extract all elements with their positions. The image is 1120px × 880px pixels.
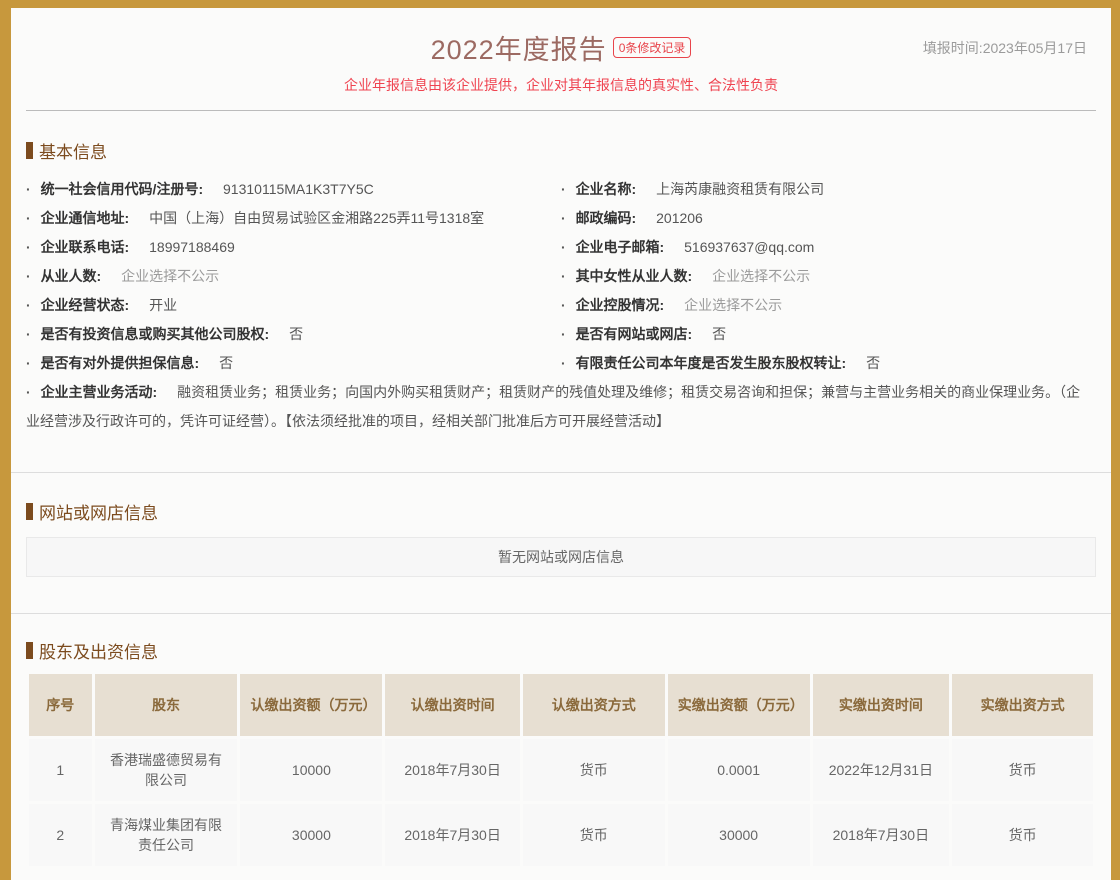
col-header-paid-date: 实缴出资时间: [813, 674, 950, 736]
field-value: 91310115MA1K3T7Y5C: [223, 181, 374, 197]
cell-subscribed-date: 2018年7月30日: [385, 804, 520, 866]
field-value: 开业: [149, 297, 177, 313]
annual-report-page: 填报时间:2023年05月17日 2022年度报告 0条修改记录 企业年报信息由该…: [0, 0, 1120, 880]
field-company-name: 企业名称: 上海芮康融资租赁有限公司: [561, 175, 1096, 204]
col-header-subscribed-method: 认缴出资方式: [523, 674, 665, 736]
section-title-text: 股东及出资信息: [39, 638, 158, 663]
modification-records-badge[interactable]: 0条修改记录: [613, 37, 692, 58]
col-header-subscribed-date: 认缴出资时间: [385, 674, 520, 736]
field-credit-code: 统一社会信用代码/注册号: 91310115MA1K3T7Y5C: [26, 175, 561, 204]
shareholders-table: 序号 股东 认缴出资额（万元） 认缴出资时间 认缴出资方式 实缴出资额（万元） …: [26, 671, 1096, 869]
cell-index: 1: [29, 739, 92, 801]
field-email: 企业电子邮箱: 516937637@qq.com: [561, 233, 1096, 262]
field-operating-status: 企业经营状态: 开业: [26, 291, 561, 320]
header-divider: [26, 110, 1096, 111]
disclaimer-text: 企业年报信息由该企业提供，企业对其年报信息的真实性、合法性负责: [11, 75, 1111, 95]
field-female-employee-count: 其中女性从业人数: 企业选择不公示: [561, 262, 1096, 291]
report-time: 填报时间:2023年05月17日: [923, 38, 1087, 58]
col-header-index: 序号: [29, 674, 92, 736]
field-label: 统一社会信用代码/注册号:: [41, 181, 204, 197]
section-divider: [11, 613, 1111, 614]
cell-paid-date: 2018年7月30日: [813, 804, 950, 866]
cell-subscribed-amount: 30000: [240, 804, 382, 866]
field-label: 是否有网站或网店:: [576, 326, 693, 342]
cell-shareholder: 香港瑞盛德贸易有限公司: [95, 739, 238, 801]
cell-paid-method: 货币: [952, 804, 1093, 866]
field-value: 融资租赁业务；租赁业务；向国内外购买租赁财产；租赁财产的残值处理及维修；租赁交易…: [26, 384, 1080, 429]
field-postal-code: 邮政编码: 201206: [561, 204, 1096, 233]
field-label: 其中女性从业人数:: [576, 268, 693, 284]
section-bar-icon: [26, 142, 33, 159]
section-divider: [11, 472, 1111, 473]
section-title-shareholders: 股东及出资信息: [26, 638, 1096, 663]
field-value: 中国（上海）自由贸易试验区金湘路225弄11号1318室: [149, 210, 484, 226]
field-main-business: 企业主营业务活动: 融资租赁业务；租赁业务；向国内外购买租赁财产；租赁财产的残值…: [26, 378, 1096, 436]
field-value: 企业选择不公示: [712, 268, 810, 284]
field-address: 企业通信地址: 中国（上海）自由贸易试验区金湘路225弄11号1318室: [26, 204, 561, 233]
field-label: 企业通信地址:: [41, 210, 130, 226]
field-value: 否: [289, 326, 303, 342]
cell-subscribed-date: 2018年7月30日: [385, 739, 520, 801]
field-label: 企业经营状态:: [41, 297, 130, 313]
section-title-text: 网站或网店信息: [39, 499, 158, 524]
field-label: 企业联系电话:: [41, 239, 130, 255]
field-label: 有限责任公司本年度是否发生股东股权转让:: [576, 355, 847, 371]
cell-paid-method: 货币: [952, 739, 1093, 801]
cell-subscribed-method: 货币: [523, 739, 665, 801]
field-employee-count: 从业人数: 企业选择不公示: [26, 262, 561, 291]
cell-subscribed-method: 货币: [523, 804, 665, 866]
field-label: 企业控股情况:: [576, 297, 665, 313]
field-investment-info: 是否有投资信息或购买其他公司股权: 否: [26, 320, 561, 349]
section-bar-icon: [26, 503, 33, 520]
field-holding-status: 企业控股情况: 企业选择不公示: [561, 291, 1096, 320]
section-basic-info: 基本信息 统一社会信用代码/注册号: 91310115MA1K3T7Y5C 企业…: [26, 138, 1096, 436]
field-website-status: 是否有网站或网店: 否: [561, 320, 1096, 349]
field-equity-transfer: 有限责任公司本年度是否发生股东股权转让: 否: [561, 349, 1096, 378]
table-row: 2 青海煤业集团有限责任公司 30000 2018年7月30日 货币 30000…: [29, 804, 1093, 866]
section-title-text: 基本信息: [39, 138, 107, 163]
cell-paid-date: 2022年12月31日: [813, 739, 950, 801]
field-label: 企业主营业务活动:: [41, 384, 158, 400]
field-value: 企业选择不公示: [121, 268, 219, 284]
col-header-paid-method: 实缴出资方式: [952, 674, 1093, 736]
col-header-paid-amount: 实缴出资额（万元）: [668, 674, 810, 736]
cell-paid-amount: 30000: [668, 804, 810, 866]
field-value: 201206: [656, 210, 703, 226]
col-header-shareholder: 股东: [95, 674, 238, 736]
field-value: 516937637@qq.com: [684, 239, 814, 255]
cell-shareholder: 青海煤业集团有限责任公司: [95, 804, 238, 866]
section-shareholders: 股东及出资信息 序号 股东 认缴出资额（万元） 认缴出资时间 认缴出资方式 实缴…: [26, 638, 1096, 869]
section-website-info: 网站或网店信息 暂无网站或网店信息: [26, 499, 1096, 577]
cell-index: 2: [29, 804, 92, 866]
website-empty-notice: 暂无网站或网店信息: [26, 537, 1096, 577]
basic-info-fields: 统一社会信用代码/注册号: 91310115MA1K3T7Y5C 企业名称: 上…: [26, 175, 1096, 436]
field-guarantee-info: 是否有对外提供担保信息: 否: [26, 349, 561, 378]
field-value: 否: [219, 355, 233, 371]
field-phone: 企业联系电话: 18997188469: [26, 233, 561, 262]
section-bar-icon: [26, 642, 33, 659]
cell-subscribed-amount: 10000: [240, 739, 382, 801]
page-title: 2022年度报告: [431, 35, 607, 65]
field-value: 否: [866, 355, 880, 371]
table-header-row: 序号 股东 认缴出资额（万元） 认缴出资时间 认缴出资方式 实缴出资额（万元） …: [29, 674, 1093, 736]
field-label: 企业电子邮箱:: [576, 239, 665, 255]
cell-paid-amount: 0.0001: [668, 739, 810, 801]
field-label: 是否有投资信息或购买其他公司股权:: [41, 326, 270, 342]
field-value: 18997188469: [149, 239, 235, 255]
field-label: 从业人数:: [41, 268, 102, 284]
field-value: 企业选择不公示: [684, 297, 782, 313]
field-value: 上海芮康融资租赁有限公司: [656, 181, 824, 197]
field-label: 是否有对外提供担保信息:: [41, 355, 200, 371]
section-title-basic-info: 基本信息: [26, 138, 1096, 163]
field-value: 否: [712, 326, 726, 342]
field-label: 邮政编码:: [576, 210, 637, 226]
col-header-subscribed-amount: 认缴出资额（万元）: [240, 674, 382, 736]
table-row: 1 香港瑞盛德贸易有限公司 10000 2018年7月30日 货币 0.0001…: [29, 739, 1093, 801]
field-label: 企业名称:: [576, 181, 637, 197]
section-title-website: 网站或网店信息: [26, 499, 1096, 524]
